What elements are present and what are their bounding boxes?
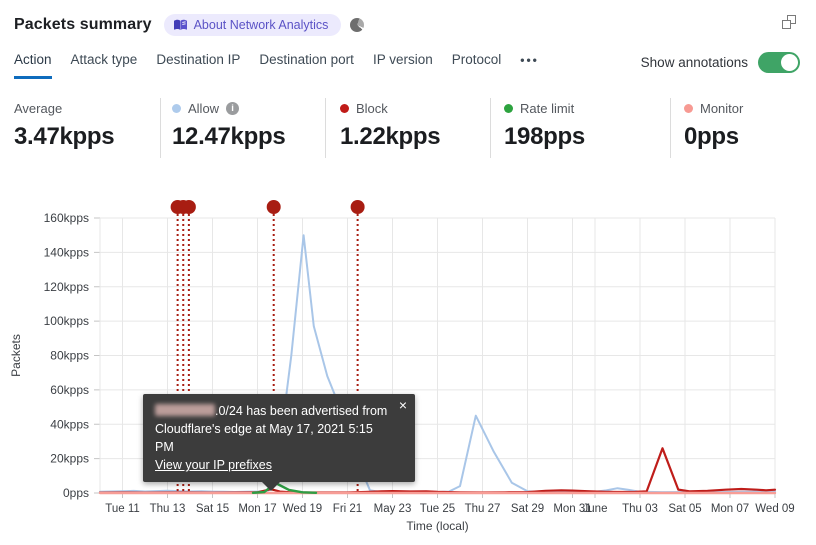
divider (670, 98, 671, 158)
stat-value: 198pps (504, 123, 585, 150)
tab-attack-type[interactable]: Attack type (71, 52, 138, 79)
annotation-tooltip: × .0/24 has been advertised from Cloudfl… (143, 394, 415, 491)
y-tick-label: 60kpps (50, 383, 89, 397)
chart-canvas: 0pps 20kpps 40kpps 60kpps 80kpps 100kpps 120kp… (9, 200, 795, 533)
y-tick-label: 20kpps (50, 452, 89, 466)
summary-stats: Average 3.47kpps Allow i 12.47kpps Block… (0, 96, 816, 166)
x-tick-label: Sat 15 (196, 503, 229, 515)
x-axis-title: Time (local) (406, 519, 468, 533)
stat-label: Rate limit (520, 100, 575, 116)
x-tick-label: May 23 (374, 503, 412, 515)
stat-label: Allow (188, 100, 220, 116)
stat-block: Block 1.22kpps (340, 100, 441, 151)
annotation-dot[interactable] (350, 200, 365, 214)
y-tick-label: 40kpps (50, 417, 89, 431)
stat-value: 1.22kpps (340, 123, 441, 150)
popout-icon[interactable] (782, 15, 798, 31)
x-tick-label: Fri 21 (333, 503, 362, 515)
tab-action[interactable]: Action (14, 52, 52, 79)
x-tick-label: Wed 19 (283, 503, 322, 515)
x-tick-label: Tue 25 (420, 503, 455, 515)
x-tick-label: Sat 05 (668, 503, 701, 515)
page-title: Packets summary (14, 16, 152, 33)
packets-time-series-chart: 0pps 20kpps 40kpps 60kpps 80kpps 100kpps 120kp… (0, 190, 816, 545)
x-tick-label: Thu 13 (150, 503, 186, 515)
tab-destination-port[interactable]: Destination port (259, 52, 354, 79)
tab-destination-ip[interactable]: Destination IP (156, 52, 240, 79)
block-dot (340, 103, 349, 113)
redacted-ip-prefix (155, 404, 215, 416)
y-tick-label: 120kpps (44, 280, 89, 294)
x-tick-label: Thu 03 (622, 503, 658, 515)
info-icon[interactable]: i (226, 101, 240, 115)
allow-dot (172, 103, 181, 113)
divider (490, 98, 491, 158)
x-tick-label: Mon 17 (238, 503, 276, 515)
x-tick-label: June (583, 503, 608, 515)
x-tick-label: Mon 07 (711, 503, 749, 515)
network-analytics-panel: Packets summary About Network Analytics … (0, 0, 816, 545)
y-tick-label: 140kpps (44, 245, 89, 259)
stat-label: Average (14, 100, 63, 116)
book-icon (173, 19, 188, 32)
tab-protocol[interactable]: Protocol (452, 52, 502, 79)
show-annotations-label: Show annotations (640, 55, 748, 70)
stat-value: 0pps (684, 123, 739, 150)
annotation-dot[interactable] (266, 200, 281, 214)
more-tabs-icon[interactable]: ••• (520, 53, 539, 79)
x-tick-label: Tue 11 (105, 503, 140, 515)
stat-value: 12.47kpps (172, 123, 286, 150)
stat-average: Average 3.47kpps (14, 100, 115, 151)
tab-ip-version[interactable]: IP version (373, 52, 433, 79)
y-tick-label: 100kpps (44, 314, 89, 328)
y-tick-label: 0pps (63, 486, 89, 500)
divider (160, 98, 161, 158)
badge-label: About Network Analytics (193, 18, 329, 32)
y-tick-label: 160kpps (44, 211, 89, 225)
header: Packets summary About Network Analytics (14, 12, 365, 38)
show-annotations-control: Show annotations (641, 52, 800, 73)
close-icon[interactable]: × (399, 398, 407, 412)
tooltip-line2: Cloudflare's edge at May 17, 2021 5:15 P… (155, 422, 373, 454)
tooltip-line1: .0/24 has been advertised from (155, 402, 389, 420)
stat-label: Block (356, 100, 388, 116)
divider (325, 98, 326, 158)
stat-value: 3.47kpps (14, 123, 115, 150)
stat-rate-limit: Rate limit 198pps (504, 100, 585, 151)
view-ip-prefixes-link[interactable]: View your IP prefixes (155, 458, 272, 472)
y-axis-title: Packets (9, 334, 23, 377)
about-network-analytics-badge[interactable]: About Network Analytics (163, 14, 342, 36)
stat-label: Monitor (700, 100, 744, 116)
stat-allow: Allow i 12.47kpps (172, 100, 286, 151)
status-pie-icon[interactable] (350, 18, 365, 32)
x-tick-label: Sat 29 (511, 503, 544, 515)
y-tick-label: 80kpps (50, 349, 89, 363)
rate-limit-dot (504, 103, 513, 113)
dimension-tabs: Action Attack type Destination IP Destin… (14, 52, 539, 79)
show-annotations-toggle[interactable] (758, 52, 800, 73)
stat-monitor: Monitor 0pps (684, 100, 743, 151)
toggle-knob (781, 54, 798, 71)
annotation-dot[interactable] (181, 200, 196, 214)
x-tick-label: Thu 27 (465, 503, 501, 515)
x-tick-label: Wed 09 (755, 503, 794, 515)
monitor-dot (684, 103, 693, 113)
